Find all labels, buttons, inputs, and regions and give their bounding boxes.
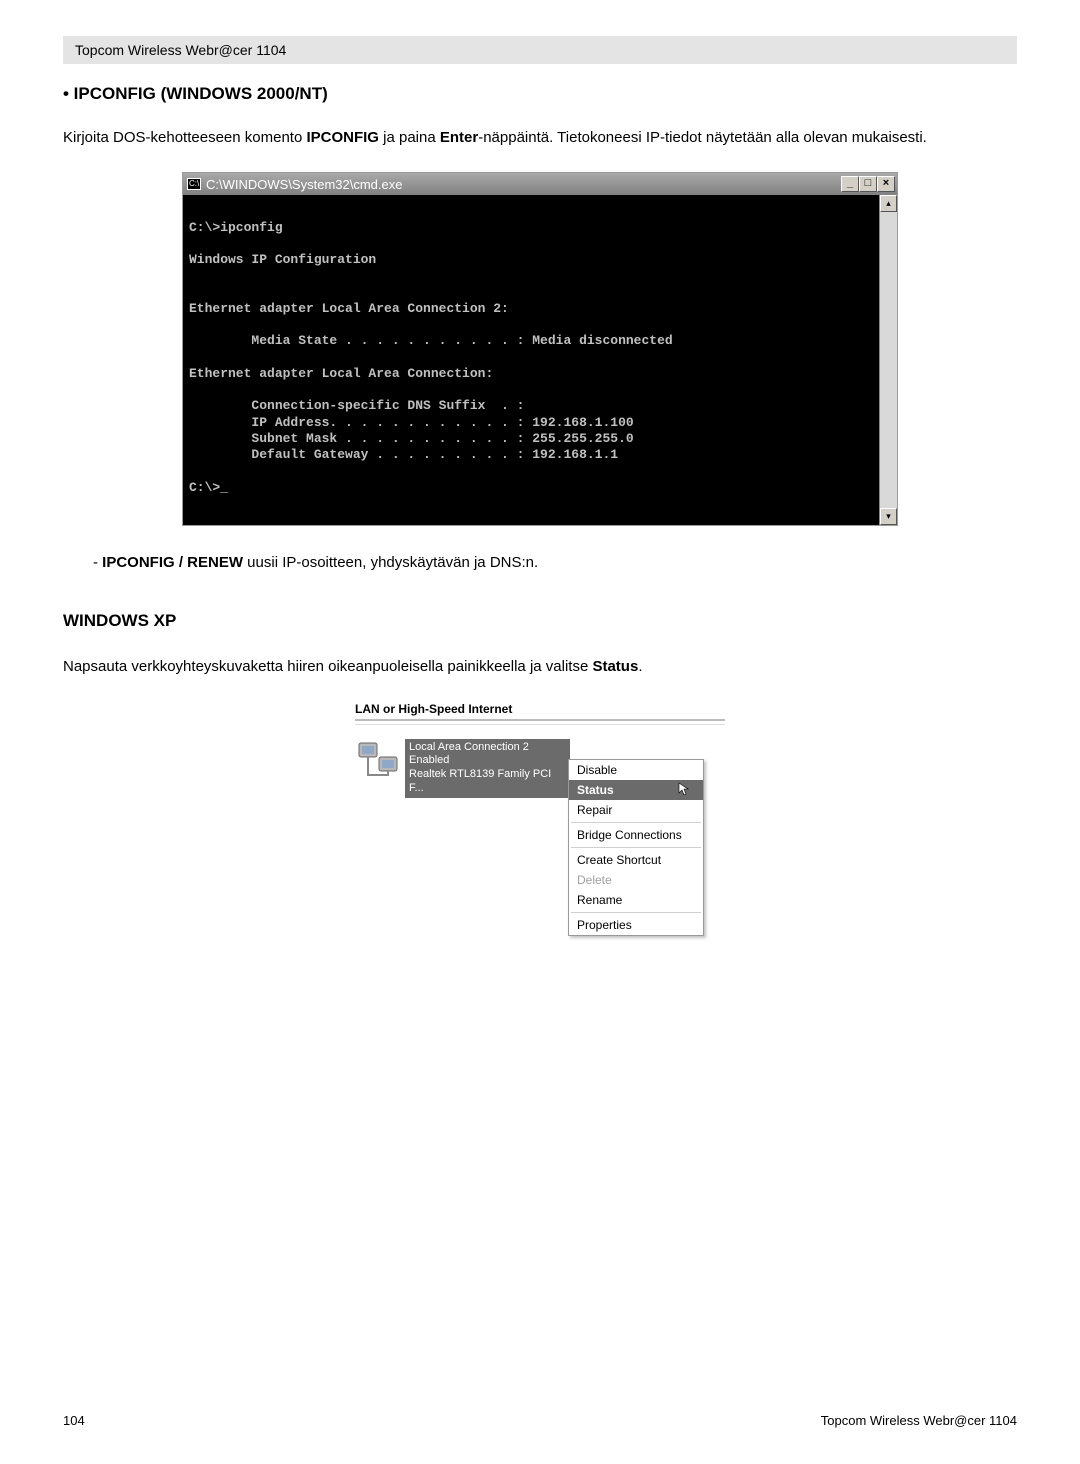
network-connection-icon: [355, 739, 405, 784]
text-fragment: .: [638, 658, 642, 675]
cmd-output: C:\>ipconfig Windows IP Configuration Et…: [183, 195, 879, 525]
cmd-window-title: C:\WINDOWS\System32\cmd.exe: [206, 177, 402, 192]
scroll-up-button[interactable]: ▴: [880, 195, 897, 212]
menu-item-repair[interactable]: Repair: [569, 800, 703, 820]
section2-paragraph: Napsauta verkkoyhteyskuvaketta hiiren oi…: [63, 657, 1017, 677]
section-heading-ipconfig: • IPCONFIG (WINDOWS 2000/NT): [63, 84, 1017, 104]
section1-paragraph: Kirjoita DOS-kehotteeseen komento IPCONF…: [63, 128, 1017, 148]
xp-category-header: LAN or High-Speed Internet: [355, 702, 725, 721]
cmd-titlebar-left: C:\ C:\WINDOWS\System32\cmd.exe: [187, 177, 402, 192]
xp-screenshot: LAN or High-Speed Internet Local Area Co…: [355, 702, 725, 936]
bold-ipconfig-renew: IPCONFIG / RENEW: [102, 554, 243, 571]
window-buttons: _ □ ×: [841, 176, 895, 192]
menu-item-delete: Delete: [569, 870, 703, 890]
connection-device: Realtek RTL8139 Family PCI F...: [409, 768, 566, 796]
text-fragment: -näppäintä. Tietokoneesi IP-tiedot näyte…: [478, 129, 927, 146]
scroll-down-button[interactable]: ▾: [880, 508, 897, 525]
text-fragment: uusii IP-osoitteen, yhdyskäytävän ja DNS…: [243, 554, 538, 571]
menu-separator: [571, 822, 701, 823]
page-header-bar: Topcom Wireless Webr@cer 1104: [63, 36, 1017, 64]
connection-name: Local Area Connection 2: [409, 741, 566, 755]
connection-state: Enabled: [409, 754, 566, 768]
maximize-button[interactable]: □: [859, 176, 877, 192]
text-fragment: -: [93, 554, 102, 571]
bold-status: Status: [592, 658, 638, 675]
close-button[interactable]: ×: [877, 176, 895, 192]
menu-item-label: Status: [577, 783, 614, 797]
minimize-button[interactable]: _: [841, 176, 859, 192]
page-number: 104: [63, 1413, 85, 1428]
menu-item-shortcut[interactable]: Create Shortcut: [569, 850, 703, 870]
menu-item-properties[interactable]: Properties: [569, 915, 703, 935]
menu-separator: [571, 847, 701, 848]
text-fragment: Napsauta verkkoyhteyskuvaketta hiiren oi…: [63, 658, 592, 675]
xp-connection-label[interactable]: Local Area Connection 2 Enabled Realtek …: [405, 739, 570, 798]
page-footer: 104 Topcom Wireless Webr@cer 1104: [63, 1413, 1017, 1428]
cursor-icon: [678, 782, 693, 798]
footer-product: Topcom Wireless Webr@cer 1104: [821, 1413, 1017, 1428]
cmd-titlebar: C:\ C:\WINDOWS\System32\cmd.exe _ □ ×: [183, 173, 897, 195]
menu-separator: [571, 912, 701, 913]
text-fragment: Kirjoita DOS-kehotteeseen komento: [63, 129, 306, 146]
menu-item-disable[interactable]: Disable: [569, 760, 703, 780]
bold-ipconfig: IPCONFIG: [306, 129, 379, 146]
header-title: Topcom Wireless Webr@cer 1104: [75, 42, 286, 58]
cmd-scrollbar[interactable]: ▴ ▾: [879, 195, 897, 525]
menu-item-rename[interactable]: Rename: [569, 890, 703, 910]
divider: [355, 724, 725, 725]
cmd-window: C:\ C:\WINDOWS\System32\cmd.exe _ □ × C:…: [182, 172, 898, 526]
menu-item-bridge[interactable]: Bridge Connections: [569, 825, 703, 845]
section-heading-windowsxp: WINDOWS XP: [63, 611, 1017, 631]
ipconfig-renew-note: - IPCONFIG / RENEW uusii IP-osoitteen, y…: [93, 554, 1017, 571]
context-menu: Disable Status Repair Bridge Connections…: [568, 759, 704, 936]
bold-enter: Enter: [440, 129, 478, 146]
text-fragment: ja paina: [379, 129, 440, 146]
menu-item-status[interactable]: Status: [569, 780, 703, 800]
cmd-icon: C:\: [187, 178, 201, 190]
